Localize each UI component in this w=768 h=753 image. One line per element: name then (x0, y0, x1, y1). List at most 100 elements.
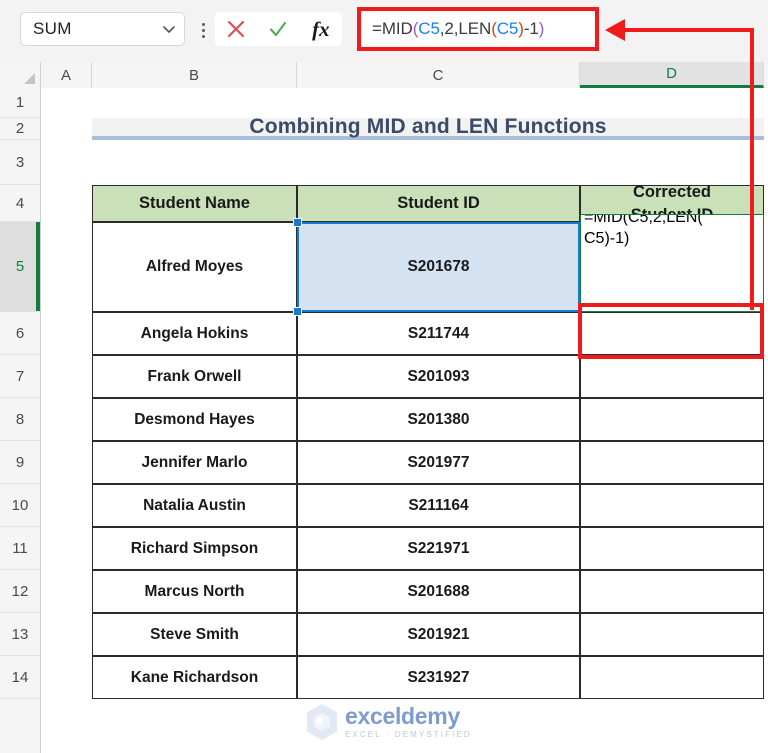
table-header-label: Student ID (397, 194, 480, 213)
annotation-connector-horizontal (620, 28, 754, 32)
table-cell[interactable]: S201921 (297, 613, 580, 656)
row-header-label: 4 (15, 194, 25, 212)
row-header-label: 3 (15, 153, 25, 171)
row-header-7[interactable]: 7 (0, 355, 40, 398)
annotation-formula-highlight-box (357, 7, 599, 51)
name-box[interactable]: SUM (20, 12, 185, 46)
table-cell[interactable] (580, 398, 764, 441)
table-cell-value: S211744 (407, 324, 470, 342)
row-header-label: 11 (12, 539, 28, 557)
table-cell[interactable]: Alfred Moyes (92, 222, 297, 312)
table-cell-value: S201977 (407, 453, 470, 471)
row-header-label: 9 (15, 453, 25, 471)
kebab-menu-icon[interactable] (196, 18, 210, 42)
column-header-label: B (188, 66, 199, 84)
row-header-9[interactable]: 9 (0, 441, 40, 484)
table-cell-value: Richard Simpson (130, 539, 259, 557)
table-cell[interactable]: S201688 (297, 570, 580, 613)
table-header-label: Corrected (633, 183, 711, 202)
column-header-c[interactable]: C (297, 62, 580, 88)
table-cell[interactable]: Steve Smith (92, 613, 297, 656)
incell-line-1: =MID(C5,2,LEN( (584, 214, 703, 226)
row-header-5[interactable]: 5 (0, 222, 40, 312)
table-cell[interactable]: Marcus North (92, 570, 297, 613)
table-cell[interactable]: Natalia Austin (92, 484, 297, 527)
fx-icon[interactable]: fx (304, 14, 338, 44)
table-cell-value: S201688 (407, 582, 470, 600)
table-cell-value: Steve Smith (150, 625, 239, 643)
row-header-label: 13 (11, 625, 29, 643)
table-cell-value: Kane Richardson (130, 668, 259, 686)
reference-cell-value: S201678 (407, 258, 470, 275)
row-header-4[interactable]: 4 (0, 185, 40, 222)
column-header-b[interactable]: B (92, 62, 297, 88)
table-cell-value: S221971 (407, 539, 470, 557)
table-cell[interactable] (580, 527, 764, 570)
table-cell[interactable]: S201380 (297, 398, 580, 441)
selection-handle-top-left[interactable] (293, 218, 302, 227)
table-cell[interactable] (580, 441, 764, 484)
chevron-down-icon[interactable] (154, 21, 184, 37)
title-banner: Combining MID and LEN Functions (92, 115, 764, 140)
select-all-corner[interactable] (0, 62, 41, 88)
table-cell[interactable] (580, 613, 764, 656)
annotation-connector-vertical (750, 28, 754, 310)
table-cell[interactable]: Desmond Hayes (92, 398, 297, 441)
table-cell[interactable]: Frank Orwell (92, 355, 297, 398)
table-cell-value: Frank Orwell (147, 367, 242, 385)
table-cell-value: S201921 (407, 625, 470, 643)
row-header-label: 5 (15, 258, 25, 275)
table-cell[interactable]: Kane Richardson (92, 656, 297, 699)
table-cell[interactable] (580, 355, 764, 398)
table-cell[interactable]: Angela Hokins (92, 312, 297, 355)
table-cell[interactable] (580, 570, 764, 613)
annotation-cell-highlight-box (578, 303, 764, 359)
table-cell[interactable] (580, 656, 764, 699)
row-header-8[interactable]: 8 (0, 398, 40, 441)
row-header-label: 12 (11, 582, 29, 600)
table-cell-value: Natalia Austin (143, 496, 246, 514)
row-header-label: 10 (11, 496, 29, 514)
row-header-13[interactable]: 13 (0, 613, 40, 656)
row-header-1[interactable]: 1 (0, 88, 40, 118)
table-header-cell[interactable]: Student Name (92, 185, 297, 222)
name-box-value: SUM (33, 19, 72, 38)
confirm-check-icon[interactable] (261, 14, 295, 44)
table-cell[interactable]: Jennifer Marlo (92, 441, 297, 484)
row-header-3[interactable]: 3 (0, 140, 40, 185)
formula-action-group: fx (215, 12, 342, 46)
table-cell-value: Jennifer Marlo (141, 453, 248, 471)
table-cell[interactable]: Richard Simpson (92, 527, 297, 570)
table-cell[interactable]: S221971 (297, 527, 580, 570)
table-cell[interactable]: S211744 (297, 312, 580, 355)
reference-cell-c5[interactable]: S201678 (297, 222, 580, 312)
row-header-label: 6 (15, 324, 25, 342)
row-header-label: 8 (15, 410, 25, 428)
row-header-11[interactable]: 11 (0, 527, 40, 570)
column-header-a[interactable]: A (41, 62, 92, 88)
row-header-label: 14 (11, 668, 29, 686)
incell-line-2: C5)-1) (584, 230, 630, 247)
table-cell[interactable] (580, 484, 764, 527)
table-cell[interactable]: S201093 (297, 355, 580, 398)
table-cell-value: Marcus North (144, 582, 245, 600)
row-header-10[interactable]: 10 (0, 484, 40, 527)
row-header-14[interactable]: 14 (0, 656, 40, 699)
row-header-12[interactable]: 12 (0, 570, 40, 613)
red-arrow-left-icon (605, 19, 625, 41)
table-header-cell[interactable]: Student ID (297, 185, 580, 222)
table-cell[interactable]: S231927 (297, 656, 580, 699)
table-cell[interactable]: S211164 (297, 484, 580, 527)
incell-editor-d5[interactable]: =MID(C5,2,LEN( C5)-1) (580, 214, 764, 312)
selection-handle-bottom-left[interactable] (293, 307, 302, 316)
row-header-6[interactable]: 6 (0, 312, 40, 355)
cancel-x-icon[interactable] (219, 14, 253, 44)
row-header-2[interactable]: 2 (0, 118, 40, 140)
table-header-label: Student Name (139, 194, 250, 213)
table-cell-value: Angela Hokins (140, 324, 249, 342)
column-header-d[interactable]: D (580, 62, 764, 88)
table-cell[interactable]: S201977 (297, 441, 580, 484)
table-cell-value: S211164 (408, 496, 469, 514)
worksheet-grid[interactable]: Combining MID and LEN Functions Student … (41, 88, 768, 753)
table-cell-value: S231927 (407, 668, 470, 686)
